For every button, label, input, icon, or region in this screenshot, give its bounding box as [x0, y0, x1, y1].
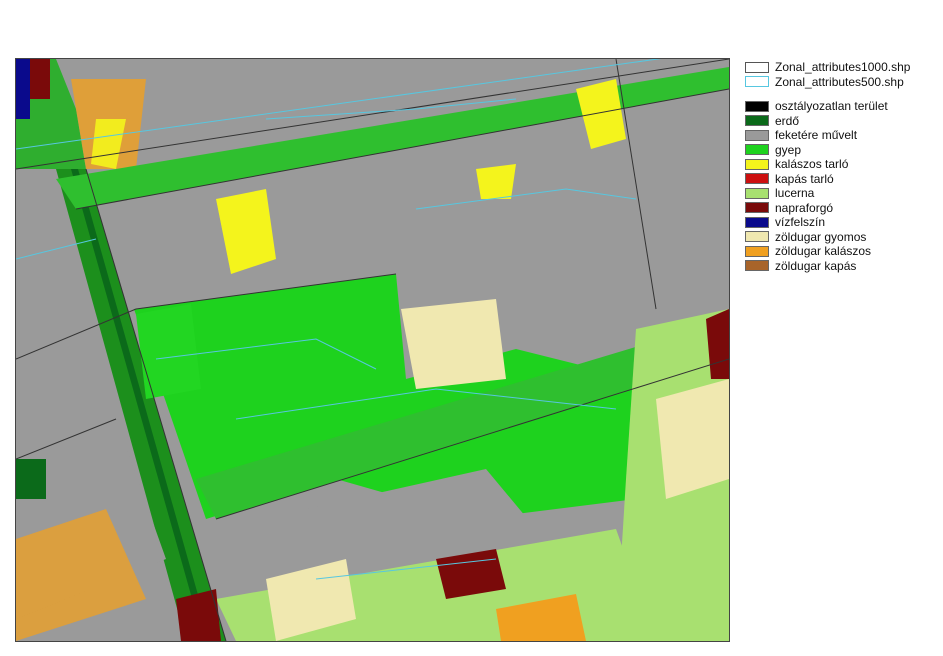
legend-class-label: vízfelszín [775, 215, 826, 230]
layer-500-swatch [745, 76, 769, 88]
legend-class-swatch [745, 144, 769, 156]
legend-class-swatch [745, 245, 769, 257]
legend-class-item: erdő [745, 114, 940, 129]
legend-class-label: feketére művelt [775, 128, 858, 143]
legend-class-swatch [745, 202, 769, 214]
legend-class-label: kalászos tarló [775, 157, 849, 172]
legend-class-item: kapás tarló [745, 172, 940, 187]
legend-layer-500: Zonal_attributes500.shp [745, 75, 940, 90]
legend-class-label: zöldugar kalászos [775, 244, 872, 259]
legend-class-swatch [745, 158, 769, 170]
legend-class-label: erdő [775, 113, 800, 128]
legend-class-item: kalászos tarló [745, 157, 940, 172]
legend-class-item: vízfelszín [745, 215, 940, 230]
legend-class-item: feketére művelt [745, 128, 940, 143]
legend-class-item: lucerna [745, 186, 940, 201]
legend-class-swatch [745, 216, 769, 228]
legend-class-item: zöldugar gyomos [745, 230, 940, 245]
legend-layers: Zonal_attributes1000.shp Zonal_attribute… [745, 60, 940, 89]
legend-layer-1000: Zonal_attributes1000.shp [745, 60, 940, 75]
legend-class-item: osztályozatlan terület [745, 99, 940, 114]
legend-class-swatch [745, 231, 769, 243]
legend-class-swatch [745, 260, 769, 272]
legend-class-item: zöldugar kapás [745, 259, 940, 274]
legend-class-label: napraforgó [775, 200, 834, 215]
legend-class-label: lucerna [775, 186, 815, 201]
layer-1000-swatch [745, 61, 769, 73]
legend-class-item: gyep [745, 143, 940, 158]
legend-class-label: zöldugar gyomos [775, 229, 867, 244]
map-legend: Zonal_attributes1000.shp Zonal_attribute… [745, 60, 940, 273]
legend-class-swatch [745, 173, 769, 185]
legend-class-swatch [745, 115, 769, 127]
legend-layer-label: Zonal_attributes500.shp [775, 74, 904, 89]
legend-class-swatch [745, 129, 769, 141]
legend-layer-label: Zonal_attributes1000.shp [775, 60, 911, 75]
legend-class-item: zöldugar kalászos [745, 244, 940, 259]
legend-classes: osztályozatlan terület erdő feketére művel… [745, 99, 940, 273]
legend-class-item: napraforgó [745, 201, 940, 216]
legend-class-label: kapás tarló [775, 171, 834, 186]
legend-class-label: gyep [775, 142, 802, 157]
map-canvas [16, 59, 729, 641]
legend-class-label: osztályozatlan terület [775, 99, 888, 114]
classification-map[interactable] [15, 58, 730, 642]
legend-class-swatch [745, 187, 769, 199]
legend-class-label: zöldugar kapás [775, 258, 857, 273]
legend-class-swatch [745, 100, 769, 112]
